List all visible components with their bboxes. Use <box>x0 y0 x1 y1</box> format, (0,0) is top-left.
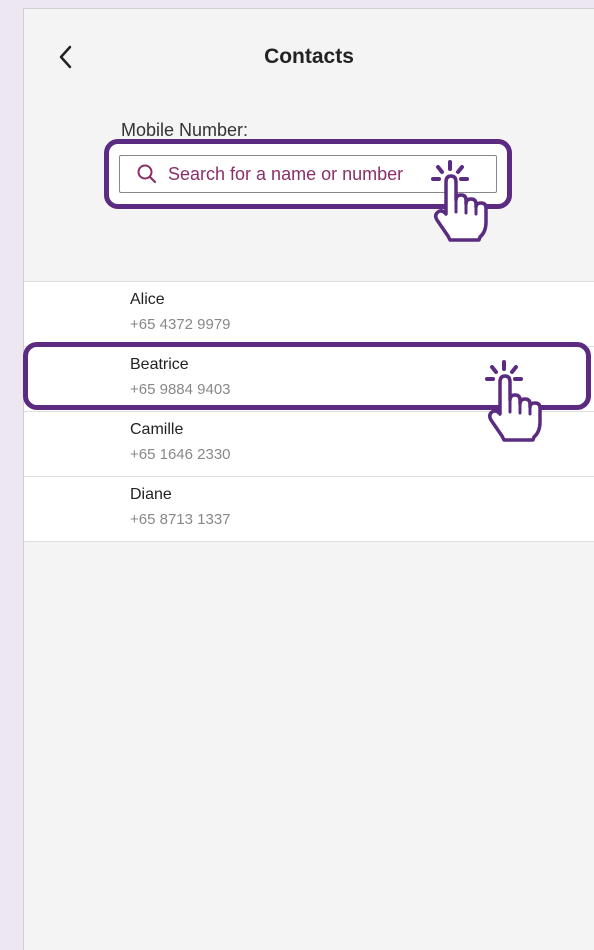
search-highlight-frame <box>104 139 512 209</box>
contact-name: Diane <box>130 486 172 503</box>
contact-name: Alice <box>130 291 165 308</box>
contact-row-beatrice[interactable]: Beatrice +65 9884 9403 <box>24 347 594 412</box>
contact-phone: +65 8713 1337 <box>130 511 231 528</box>
mobile-number-label: Mobile Number: <box>121 120 249 140</box>
page-title: Contacts <box>264 45 354 68</box>
contact-row-camille[interactable]: Camille +65 1646 2330 <box>24 412 594 477</box>
contact-phone: +65 9884 9403 <box>130 381 231 398</box>
contact-name: Camille <box>130 421 184 438</box>
search-icon <box>137 164 157 184</box>
contact-row-diane[interactable]: Diane +65 8713 1337 <box>24 477 594 542</box>
contact-name: Beatrice <box>130 356 189 373</box>
search-field[interactable] <box>119 155 497 193</box>
contact-phone: +65 4372 9979 <box>130 316 231 333</box>
search-input[interactable] <box>168 163 438 185</box>
contact-row-alice[interactable]: Alice +65 4372 9979 <box>24 282 594 347</box>
phone-screen: Contacts Mobile Number: Alice +65 4372 9… <box>23 8 594 950</box>
contact-list: Alice +65 4372 9979 Beatrice +65 9884 94… <box>24 281 594 542</box>
contact-phone: +65 1646 2330 <box>130 446 231 463</box>
